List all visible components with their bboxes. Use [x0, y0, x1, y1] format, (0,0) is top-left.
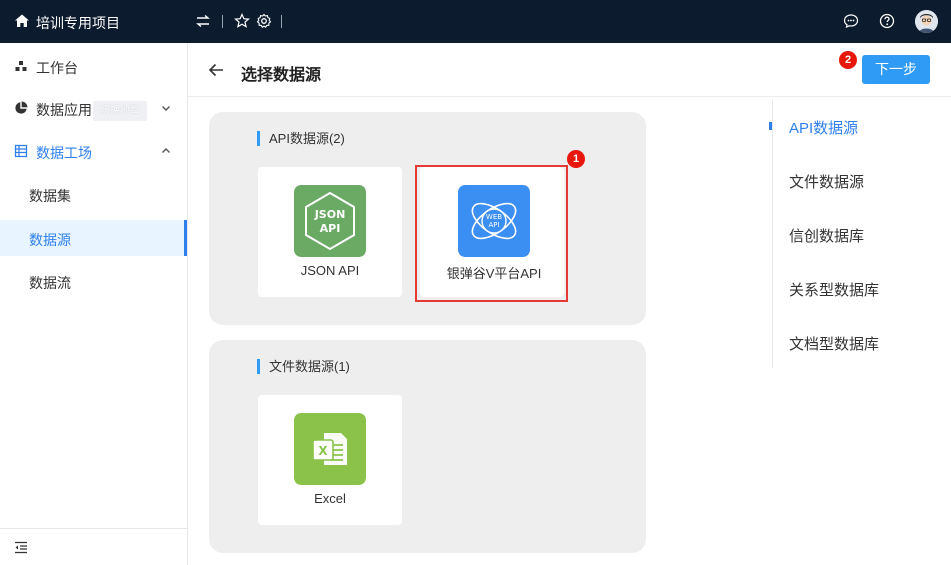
- help-icon[interactable]: [879, 13, 895, 29]
- datasource-type-nav: API数据源 文件数据源 信创数据库 关系型数据库 文档型数据库: [769, 100, 951, 368]
- sidebar-item-workbench[interactable]: 工作台: [0, 48, 187, 84]
- active-indicator: [769, 122, 772, 130]
- sidebar-subitem-label: 数据源: [29, 232, 71, 248]
- step-badge-2: 2: [839, 51, 857, 69]
- card-label: Excel: [314, 491, 346, 506]
- workbench-icon: [15, 61, 27, 71]
- top-bar: 培训专用项目: [0, 0, 951, 43]
- section-title: API数据源(2): [257, 131, 345, 146]
- nav-item-xinchuang-db[interactable]: 信创数据库: [789, 225, 864, 246]
- sidebar-subitem-label: 数据流: [29, 275, 71, 291]
- divider: [281, 15, 282, 28]
- nav-item-api[interactable]: API数据源: [789, 117, 858, 138]
- message-icon[interactable]: [843, 13, 859, 29]
- sidebar-item-label: 数据工场: [36, 145, 92, 161]
- pie-chart-icon: [15, 101, 28, 114]
- sidebar-item-data-factory[interactable]: 数据工场: [0, 133, 187, 169]
- sidebar-collapse[interactable]: [0, 528, 187, 565]
- nav-item-document-db[interactable]: 文档型数据库: [789, 333, 879, 354]
- divider: [222, 15, 223, 28]
- step-badge-1: 1: [567, 150, 585, 168]
- sidebar-subitem-datasets[interactable]: 数据集: [0, 176, 187, 212]
- page-header: 选择数据源: [188, 43, 951, 97]
- back-arrow-icon[interactable]: [208, 62, 224, 78]
- card-label: JSON API: [300, 263, 360, 278]
- datasource-card-json-api[interactable]: JSON API JSON API: [258, 167, 402, 297]
- excel-icon: X: [294, 413, 366, 485]
- nav-item-file[interactable]: 文件数据源: [789, 171, 864, 192]
- page-title: 选择数据源: [241, 67, 322, 84]
- switch-icon[interactable]: [195, 13, 211, 29]
- svg-text:X: X: [318, 444, 328, 458]
- sidebar-subitem-label: 数据集: [29, 188, 71, 204]
- datasource-card-excel[interactable]: X Excel: [258, 395, 402, 525]
- sidebar-subitem-datasources[interactable]: 数据源: [0, 220, 187, 256]
- nav-item-relational-db[interactable]: 关系型数据库: [789, 279, 879, 300]
- next-step-button[interactable]: 下一步: [862, 55, 930, 84]
- list-icon: [14, 144, 28, 158]
- settings-icon[interactable]: [256, 13, 272, 29]
- user-avatar-icon: [915, 10, 938, 33]
- sidebar-item-label: 数据应用: [36, 102, 92, 118]
- svg-text:JSON: JSON: [314, 208, 346, 221]
- json-api-icon: JSON API: [294, 185, 366, 257]
- sidebar-item-label: 工作台: [36, 60, 78, 76]
- sidebar: 工作台 切换项目 数据应用 数据工场 数据集 数据源 数据流: [0, 43, 188, 565]
- project-name[interactable]: 培训专用项目: [36, 13, 120, 33]
- sidebar-subitem-dataflows[interactable]: 数据流: [0, 263, 187, 299]
- section-title: 文件数据源(1): [257, 359, 350, 374]
- sidebar-item-data-apps[interactable]: 数据应用: [0, 90, 187, 126]
- collapse-menu-icon[interactable]: [14, 541, 28, 554]
- star-icon[interactable]: [234, 13, 250, 29]
- highlight-box: [415, 165, 568, 302]
- svg-text:API: API: [320, 222, 341, 235]
- avatar[interactable]: [915, 10, 938, 33]
- chevron-up-icon: [162, 148, 170, 153]
- home-icon[interactable]: [14, 13, 30, 29]
- chevron-down-icon: [162, 106, 170, 111]
